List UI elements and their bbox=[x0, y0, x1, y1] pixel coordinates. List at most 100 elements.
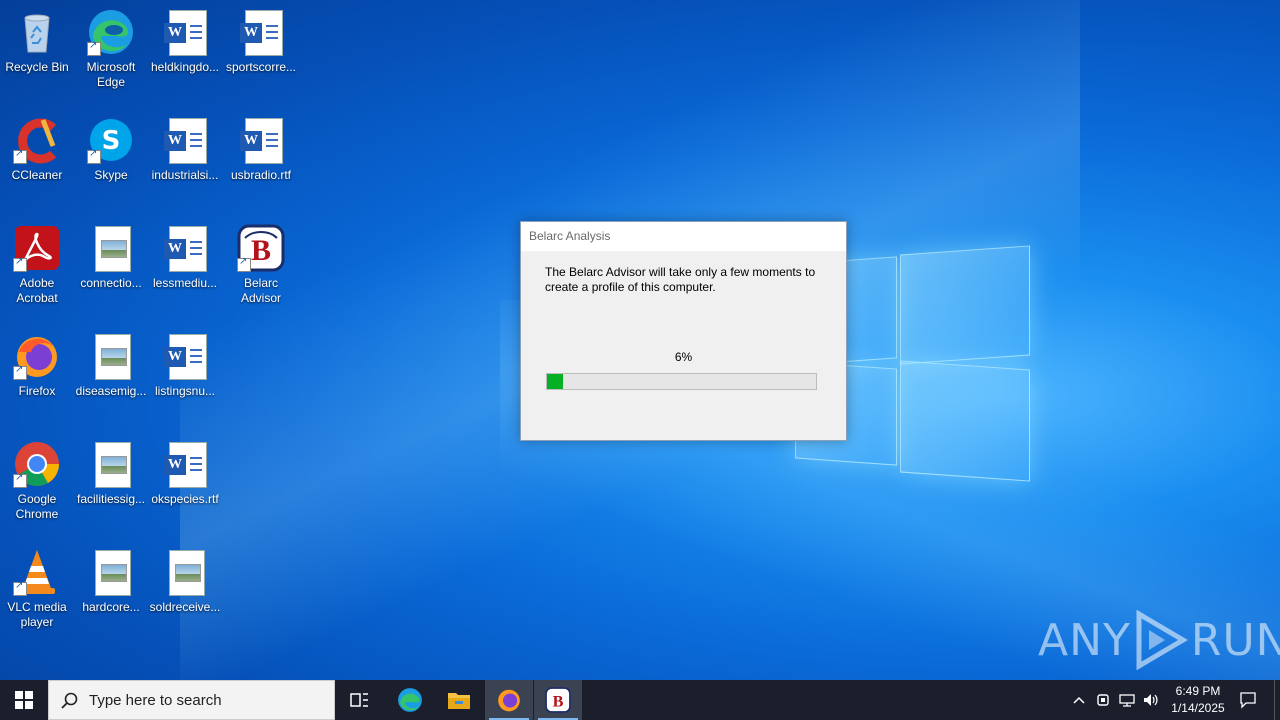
tray-network-button[interactable] bbox=[1116, 680, 1138, 720]
desktop-icon-label: Skype bbox=[94, 168, 128, 182]
word-document-icon: W bbox=[237, 8, 285, 56]
desktop-icon-file[interactable]: W listingsnu... bbox=[148, 332, 222, 399]
ccleaner-icon bbox=[13, 116, 61, 164]
desktop-icon-label: usbradio.rtf bbox=[230, 168, 292, 182]
desktop-icon-label: listingsnu... bbox=[154, 384, 216, 398]
show-hidden-icons-button[interactable] bbox=[1068, 680, 1090, 720]
desktop-icon-label: VLC media player bbox=[7, 600, 67, 629]
desktop-icon-label: connectio... bbox=[80, 276, 142, 290]
firefox-icon bbox=[13, 332, 61, 380]
action-center-button[interactable] bbox=[1236, 680, 1260, 720]
image-file-icon bbox=[87, 224, 135, 272]
volume-icon bbox=[1144, 694, 1158, 706]
desktop-icon-label: hardcore... bbox=[82, 600, 140, 614]
edge-icon bbox=[398, 688, 422, 712]
image-file-icon bbox=[87, 332, 135, 380]
chrome-icon bbox=[13, 440, 61, 488]
task-view-icon bbox=[350, 693, 368, 707]
tray-volume-button[interactable] bbox=[1140, 680, 1162, 720]
desktop-icon-ccleaner[interactable]: CCleaner bbox=[0, 116, 74, 183]
desktop-icon-adobe-acrobat[interactable]: Adobe Acrobat bbox=[0, 224, 74, 306]
desktop-icon-file[interactable]: W okspecies.rtf bbox=[148, 440, 222, 507]
search-icon bbox=[61, 692, 78, 709]
desktop-icon-belarc-advisor[interactable]: B Belarc Advisor bbox=[224, 224, 298, 306]
desktop-icon-file[interactable]: soldreceive... bbox=[148, 548, 222, 615]
desktop-icon-file[interactable]: connectio... bbox=[74, 224, 148, 291]
progress-bar-fill bbox=[547, 374, 564, 389]
desktop-icon-file[interactable]: hardcore... bbox=[74, 548, 148, 615]
word-document-icon: W bbox=[161, 116, 209, 164]
vlc-icon bbox=[13, 548, 61, 596]
taskbar: Type here to search B 6:49 PM 1/14/2025 bbox=[0, 680, 1280, 720]
desktop-icon-label: soldreceive... bbox=[149, 600, 221, 614]
taskbar-edge-button[interactable] bbox=[386, 680, 434, 720]
desktop-icon-label: facilitiessig... bbox=[76, 492, 146, 506]
desktop-icon-microsoft-edge[interactable]: Microsoft Edge bbox=[74, 8, 148, 90]
progress-percent-label: 6% bbox=[674, 350, 693, 364]
desktop-icon-file[interactable]: diseasemig... bbox=[74, 332, 148, 399]
desktop-icon-label: okspecies.rtf bbox=[151, 492, 219, 506]
image-file-icon bbox=[87, 548, 135, 596]
word-document-icon: W bbox=[161, 332, 209, 380]
chevron-up-icon bbox=[1073, 696, 1085, 704]
adobe-acrobat-icon bbox=[13, 224, 61, 272]
taskbar-firefox-button[interactable] bbox=[485, 680, 533, 720]
desktop-icon-label: lessmediu... bbox=[152, 276, 218, 290]
play-triangle-icon bbox=[1136, 610, 1188, 670]
desktop-icon-file[interactable]: W sportscorre... bbox=[224, 8, 298, 75]
firefox-icon bbox=[498, 689, 520, 712]
progress-bar bbox=[546, 373, 817, 390]
belarc-icon: B bbox=[237, 224, 285, 272]
network-icon bbox=[1119, 694, 1135, 707]
search-placeholder: Type here to search bbox=[89, 692, 222, 709]
dialog-title: Belarc Analysis bbox=[521, 222, 846, 251]
watermark-text-left: ANY bbox=[1038, 614, 1131, 666]
desktop-icon-file[interactable]: W heldkingdo... bbox=[148, 8, 222, 75]
taskbar-clock[interactable]: 6:49 PM 1/14/2025 bbox=[1162, 683, 1234, 717]
desktop-icon-file[interactable]: W industrialsi... bbox=[148, 116, 222, 183]
belarc-analysis-dialog[interactable]: Belarc Analysis The Belarc Advisor will … bbox=[520, 221, 847, 441]
desktop-icon-label: Adobe Acrobat bbox=[16, 276, 58, 305]
taskbar-belarc-button[interactable]: B bbox=[534, 680, 582, 720]
svg-text:S: S bbox=[102, 126, 121, 156]
svg-text:B: B bbox=[553, 693, 564, 711]
desktop-icon-vlc[interactable]: VLC media player bbox=[0, 548, 74, 630]
word-document-icon: W bbox=[161, 440, 209, 488]
word-document-icon: W bbox=[237, 116, 285, 164]
device-icon bbox=[1097, 694, 1109, 706]
word-document-icon: W bbox=[161, 224, 209, 272]
start-button[interactable] bbox=[0, 680, 48, 720]
edge-icon bbox=[87, 8, 135, 56]
belarc-icon: B bbox=[545, 687, 571, 713]
tray-device-button[interactable] bbox=[1092, 680, 1114, 720]
desktop-icon-label: CCleaner bbox=[11, 168, 63, 182]
desktop-icon-label: sportscorre... bbox=[225, 60, 297, 74]
desktop-icon-recycle-bin[interactable]: Recycle Bin bbox=[0, 8, 74, 75]
desktop-icon-firefox[interactable]: Firefox bbox=[0, 332, 74, 399]
desktop-icon-file[interactable]: W lessmediu... bbox=[148, 224, 222, 291]
desktop-icon-label: Firefox bbox=[18, 384, 56, 398]
desktop-icon-label: Recycle Bin bbox=[5, 60, 69, 74]
clock-date: 1/14/2025 bbox=[1171, 701, 1225, 715]
desktop-icon-file[interactable]: W usbradio.rtf bbox=[224, 116, 298, 183]
anyrun-watermark: ANY RUN bbox=[1038, 608, 1280, 672]
task-view-button[interactable] bbox=[336, 680, 384, 720]
windows-icon bbox=[15, 691, 33, 709]
clock-time: 6:49 PM bbox=[1175, 684, 1221, 698]
dialog-message: The Belarc Advisor will take only a few … bbox=[545, 265, 816, 294]
watermark-text-right: RUN bbox=[1190, 614, 1280, 666]
desktop-icon-skype[interactable]: S Skype bbox=[74, 116, 148, 183]
desktop-icon-label: Belarc Advisor bbox=[240, 276, 281, 305]
taskbar-file-explorer-button[interactable] bbox=[435, 680, 483, 720]
desktop-icon-label: Google Chrome bbox=[15, 492, 59, 521]
taskbar-search-box[interactable]: Type here to search bbox=[48, 680, 335, 720]
desktop-icon-file[interactable]: facilitiessig... bbox=[74, 440, 148, 507]
notification-icon bbox=[1240, 692, 1256, 709]
word-document-icon: W bbox=[161, 8, 209, 56]
desktop-icon-label: industrialsi... bbox=[151, 168, 219, 182]
desktop-icon-label: heldkingdo... bbox=[150, 60, 220, 74]
svg-text:B: B bbox=[251, 234, 271, 267]
image-file-icon bbox=[87, 440, 135, 488]
recycle-bin-icon bbox=[13, 8, 61, 56]
desktop-icon-google-chrome[interactable]: Google Chrome bbox=[0, 440, 74, 522]
